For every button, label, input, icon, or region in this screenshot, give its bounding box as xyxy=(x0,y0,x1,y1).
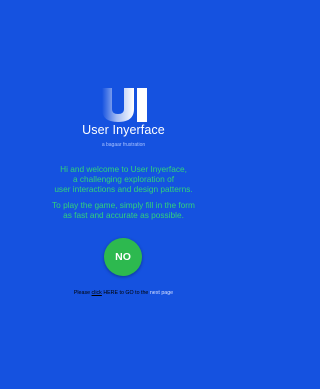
intro-line: Hi and welcome to User Inyerface, xyxy=(60,164,187,174)
next-page-link[interactable]: next page xyxy=(150,290,173,296)
intro-text: Hi and welcome to User Inyerface, a chal… xyxy=(0,164,247,220)
tagline: a bagaar frustration xyxy=(101,142,146,148)
footer-text: Please click HERE to GO to the next page xyxy=(0,290,247,296)
intro-line: a challenging exploration of xyxy=(72,174,175,184)
app-title: User Inyerface xyxy=(82,123,165,137)
click-link[interactable]: click xyxy=(92,290,102,296)
ui-logo xyxy=(0,86,247,124)
instructions-line: as fast and accurate as possible. xyxy=(63,210,184,220)
no-button[interactable]: NO xyxy=(104,238,142,276)
ui-logo-icon xyxy=(101,88,147,122)
instructions-line: To play the game, simply fill in the for… xyxy=(52,200,195,210)
intro-line: user interactions and design patterns. xyxy=(54,184,193,194)
footer-please: Please xyxy=(73,290,91,296)
footer-here-to-go: HERE to GO to the xyxy=(103,290,149,296)
start-page: User Inyerface a bagaar frustration Hi a… xyxy=(0,0,247,389)
